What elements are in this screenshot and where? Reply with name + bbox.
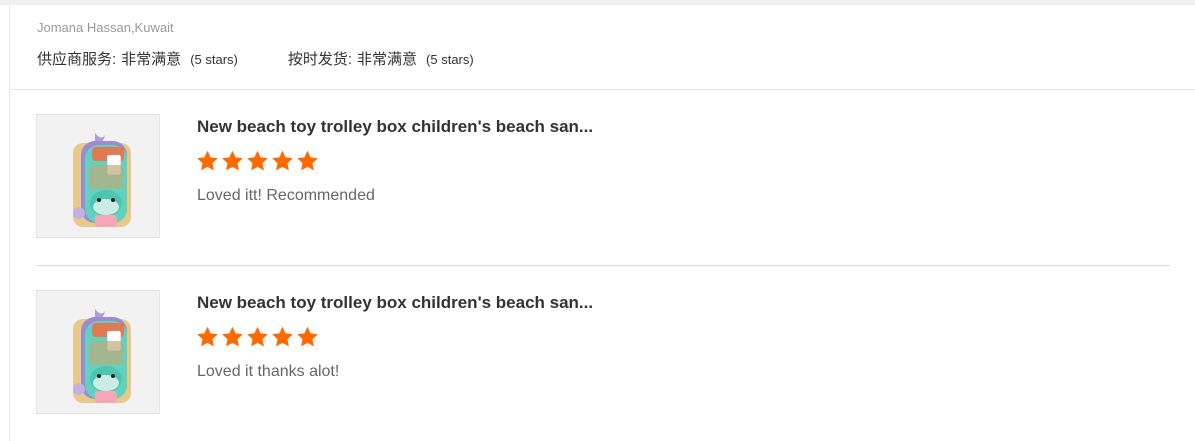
ratings-row: 供应商服务: 非常满意 (5 stars) 按时发货: 非常满意 (5 star…	[37, 48, 1177, 70]
product-title[interactable]: New beach toy trolley box children's bea…	[197, 116, 593, 138]
trolley-toy-image	[37, 115, 159, 237]
rating-label: 按时发货:	[287, 51, 353, 68]
product-thumbnail[interactable]	[36, 114, 160, 238]
product-thumbnail[interactable]	[36, 290, 160, 414]
review-header: Jomana Hassan,Kuwait 供应商服务: 非常满意 (5 star…	[37, 19, 1177, 70]
review-item: New beach toy trolley box children's bea…	[36, 114, 1170, 240]
rating-stars-text: (5 stars)	[426, 52, 474, 67]
rating-label: 供应商服务:	[37, 51, 117, 68]
review-divider	[36, 265, 1170, 266]
product-title[interactable]: New beach toy trolley box children's bea…	[197, 292, 593, 314]
review-comment: Loved it thanks alot!	[197, 363, 340, 380]
on-time-shipping-rating: 按时发货: 非常满意 (5 stars)	[288, 48, 474, 69]
star-icon	[247, 326, 268, 347]
star-icon	[197, 326, 218, 347]
trolley-toy-image	[37, 291, 159, 413]
left-border	[9, 5, 10, 441]
star-icon	[222, 150, 243, 171]
top-strip	[0, 0, 1195, 5]
star-icon	[272, 326, 293, 347]
header-divider	[10, 89, 1195, 90]
star-icon	[247, 150, 268, 171]
star-icon	[197, 150, 218, 171]
reviewer-name: Jomana Hassan,Kuwait	[37, 20, 174, 35]
star-rating	[195, 149, 320, 173]
review-item: New beach toy trolley box children's bea…	[36, 290, 1170, 416]
star-icon	[297, 150, 318, 171]
rating-stars-text: (5 stars)	[190, 52, 238, 67]
star-icon	[272, 150, 293, 171]
supplier-service-rating: 供应商服务: 非常满意 (5 stars)	[37, 48, 238, 69]
review-comment: Loved itt! Recommended	[197, 187, 375, 204]
star-icon	[297, 326, 318, 347]
star-icon	[222, 326, 243, 347]
rating-value: 非常满意	[121, 51, 182, 68]
rating-value: 非常满意	[357, 51, 418, 68]
star-rating	[195, 325, 320, 349]
